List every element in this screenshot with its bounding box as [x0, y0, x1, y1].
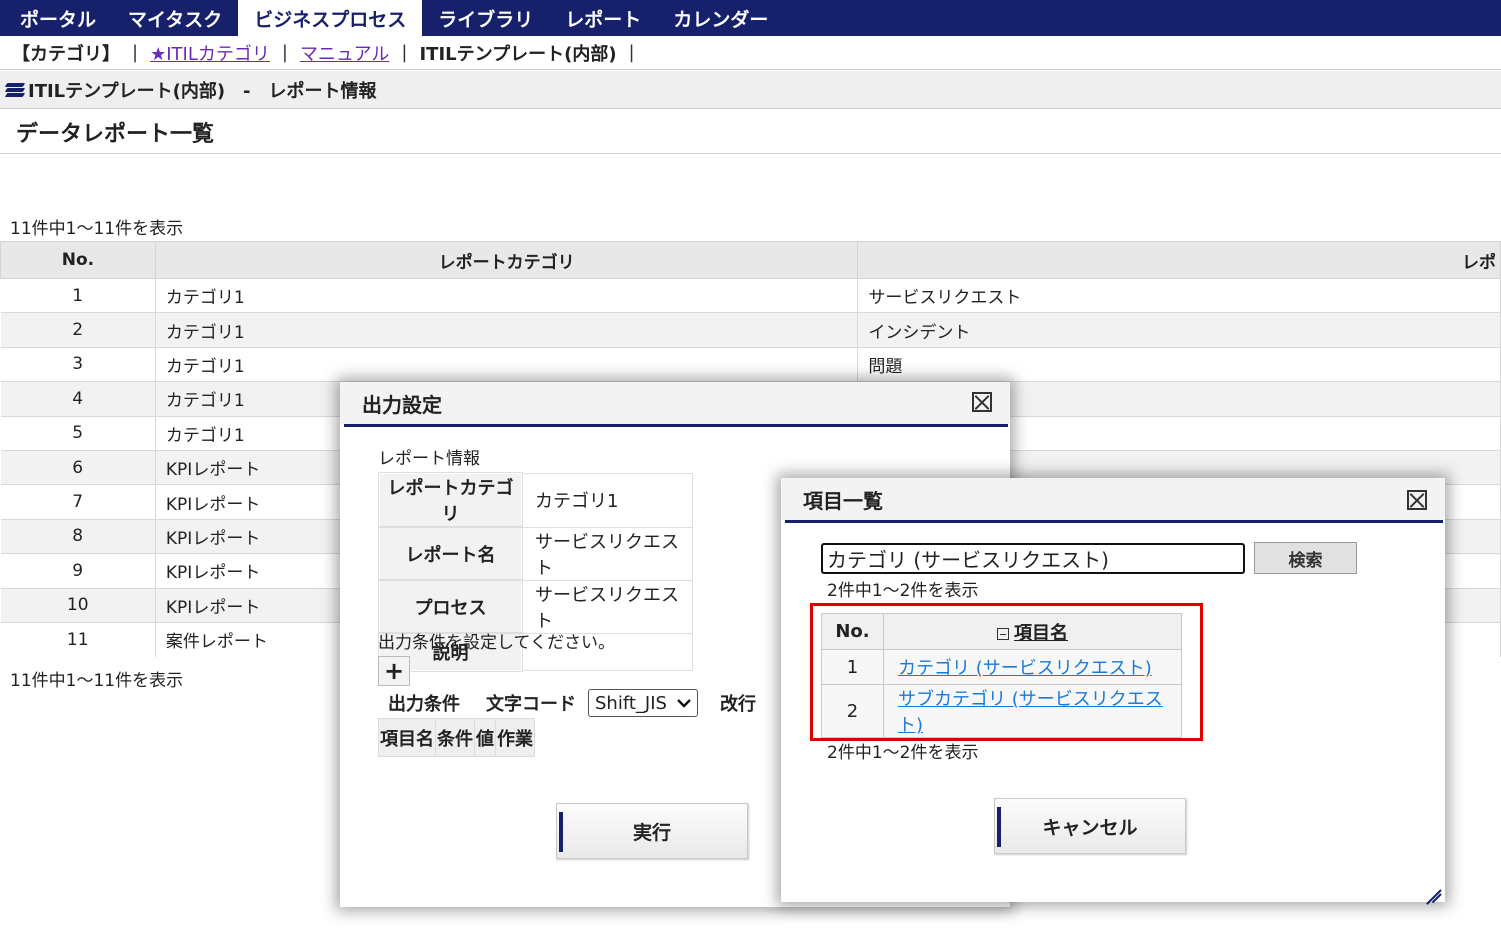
highlight-box — [810, 603, 1203, 741]
subnav-separator: | — [401, 42, 408, 63]
info-label: レポートカテゴリ — [378, 472, 523, 528]
item-count-bottom: 2件中1～2件を表示 — [827, 743, 979, 763]
tab-portal[interactable]: ポータル — [4, 0, 112, 36]
table-row[interactable]: 2 カテゴリ1 インシデント — [0, 312, 1501, 348]
encoding-select[interactable]: Shift_JIS — [588, 689, 698, 717]
subnav-separator: | — [628, 42, 635, 63]
info-label: レポート名 — [378, 526, 523, 581]
search-button[interactable]: 検索 — [1254, 542, 1357, 574]
info-value: サービスリクエスト — [521, 579, 693, 634]
tab-calendar[interactable]: カレンダー — [657, 0, 784, 36]
subnav-category: 【カテゴリ】 — [12, 43, 120, 65]
row-no: 7 — [0, 484, 156, 520]
newline-label: 改行 — [719, 694, 756, 715]
subnav-separator: | — [132, 42, 139, 63]
condition-table: 項目名 条件 値 作業 — [378, 718, 535, 757]
row-category: カテゴリ1 — [155, 312, 859, 348]
result-count-bottom: 11件中1～11件を表示 — [10, 671, 184, 691]
close-icon[interactable] — [1407, 490, 1427, 510]
breadcrumb-text: ITILテンプレート(内部) - レポート情報 — [28, 80, 377, 102]
col-header-category[interactable]: レポートカテゴリ — [154, 241, 859, 279]
row-report-name: サービスリクエスト — [857, 277, 1501, 313]
sub-nav: 【カテゴリ】 | ★ITILカテゴリ | マニュアル | ITILテンプレート(… — [0, 36, 1501, 70]
encoding-label: 文字コード — [486, 694, 576, 715]
chevron-down-icon — [677, 699, 691, 708]
row-category: カテゴリ1 — [155, 277, 859, 313]
cancel-button[interactable]: キャンセル — [994, 798, 1186, 854]
row-no: 4 — [0, 381, 156, 417]
col-header-no[interactable]: No. — [0, 241, 156, 279]
row-no: 10 — [0, 587, 156, 623]
dialog-title-underline — [344, 424, 1008, 427]
close-icon[interactable] — [972, 392, 992, 412]
col-header-report-name[interactable]: レポ — [857, 241, 1501, 279]
subnav-itil-category-link[interactable]: ★ITILカテゴリ — [150, 40, 270, 66]
condition-label: 出力条件 — [388, 694, 460, 715]
item-count-top: 2件中1～2件を表示 — [827, 581, 979, 601]
info-label: プロセス — [378, 579, 523, 634]
row-no: 9 — [0, 553, 156, 589]
row-no: 8 — [0, 518, 156, 554]
result-count-top: 11件中1～11件を表示 — [10, 219, 184, 239]
subnav-separator: | — [281, 42, 288, 63]
cond-header-condition: 条件 — [435, 718, 475, 757]
dialog-title: 出力設定 — [340, 382, 1010, 424]
cond-header-value: 値 — [474, 718, 496, 757]
dialog-title-underline — [785, 520, 1443, 523]
row-no: 11 — [0, 621, 156, 657]
item-search-input[interactable]: カテゴリ (サービスリクエスト) — [821, 543, 1245, 574]
condition-row: 出力条件 文字コード Shift_JIS 改行 — [388, 686, 756, 720]
cond-header-action: 作業 — [495, 718, 535, 757]
breadcrumb: ITILテンプレート(内部) - レポート情報 — [0, 71, 1501, 109]
page-title: データレポート一覧 — [0, 110, 1501, 154]
resize-handle-icon[interactable] — [1425, 882, 1442, 905]
info-value: カテゴリ1 — [521, 472, 693, 528]
row-category: カテゴリ1 — [155, 346, 859, 382]
add-condition-button[interactable]: + — [378, 656, 410, 686]
subnav-manual-link[interactable]: マニュアル — [300, 40, 389, 66]
row-no: 1 — [0, 277, 156, 313]
tab-business-process[interactable]: ビジネスプロセス — [238, 0, 423, 36]
top-nav: ポータル マイタスク ビジネスプロセス ライブラリ レポート カレンダー — [0, 0, 1501, 36]
encoding-value: Shift_JIS — [595, 692, 667, 714]
tab-report[interactable]: レポート — [549, 0, 657, 36]
layers-icon — [4, 82, 26, 97]
execute-button[interactable]: 実行 — [556, 803, 748, 859]
table-row[interactable]: 3 カテゴリ1 問題 — [0, 346, 1501, 382]
tab-library[interactable]: ライブラリ — [422, 0, 549, 36]
row-report-name: 問題 — [857, 346, 1501, 382]
dialog-title: 項目一覧 — [781, 478, 1445, 520]
condition-hint: 出力条件を設定してください。 — [378, 633, 615, 653]
row-no: 2 — [0, 312, 156, 348]
info-value: サービスリクエスト — [521, 526, 693, 581]
report-info-label: レポート情報 — [378, 449, 480, 469]
cond-header-item: 項目名 — [378, 718, 436, 757]
row-no: 3 — [0, 346, 156, 382]
table-row[interactable]: 1 カテゴリ1 サービスリクエスト — [0, 277, 1501, 313]
row-no: 6 — [0, 449, 156, 485]
row-report-name: インシデント — [857, 312, 1501, 348]
tab-my-tasks[interactable]: マイタスク — [112, 0, 238, 36]
row-no: 5 — [0, 415, 156, 451]
subnav-template: ITILテンプレート(内部) — [419, 43, 617, 65]
